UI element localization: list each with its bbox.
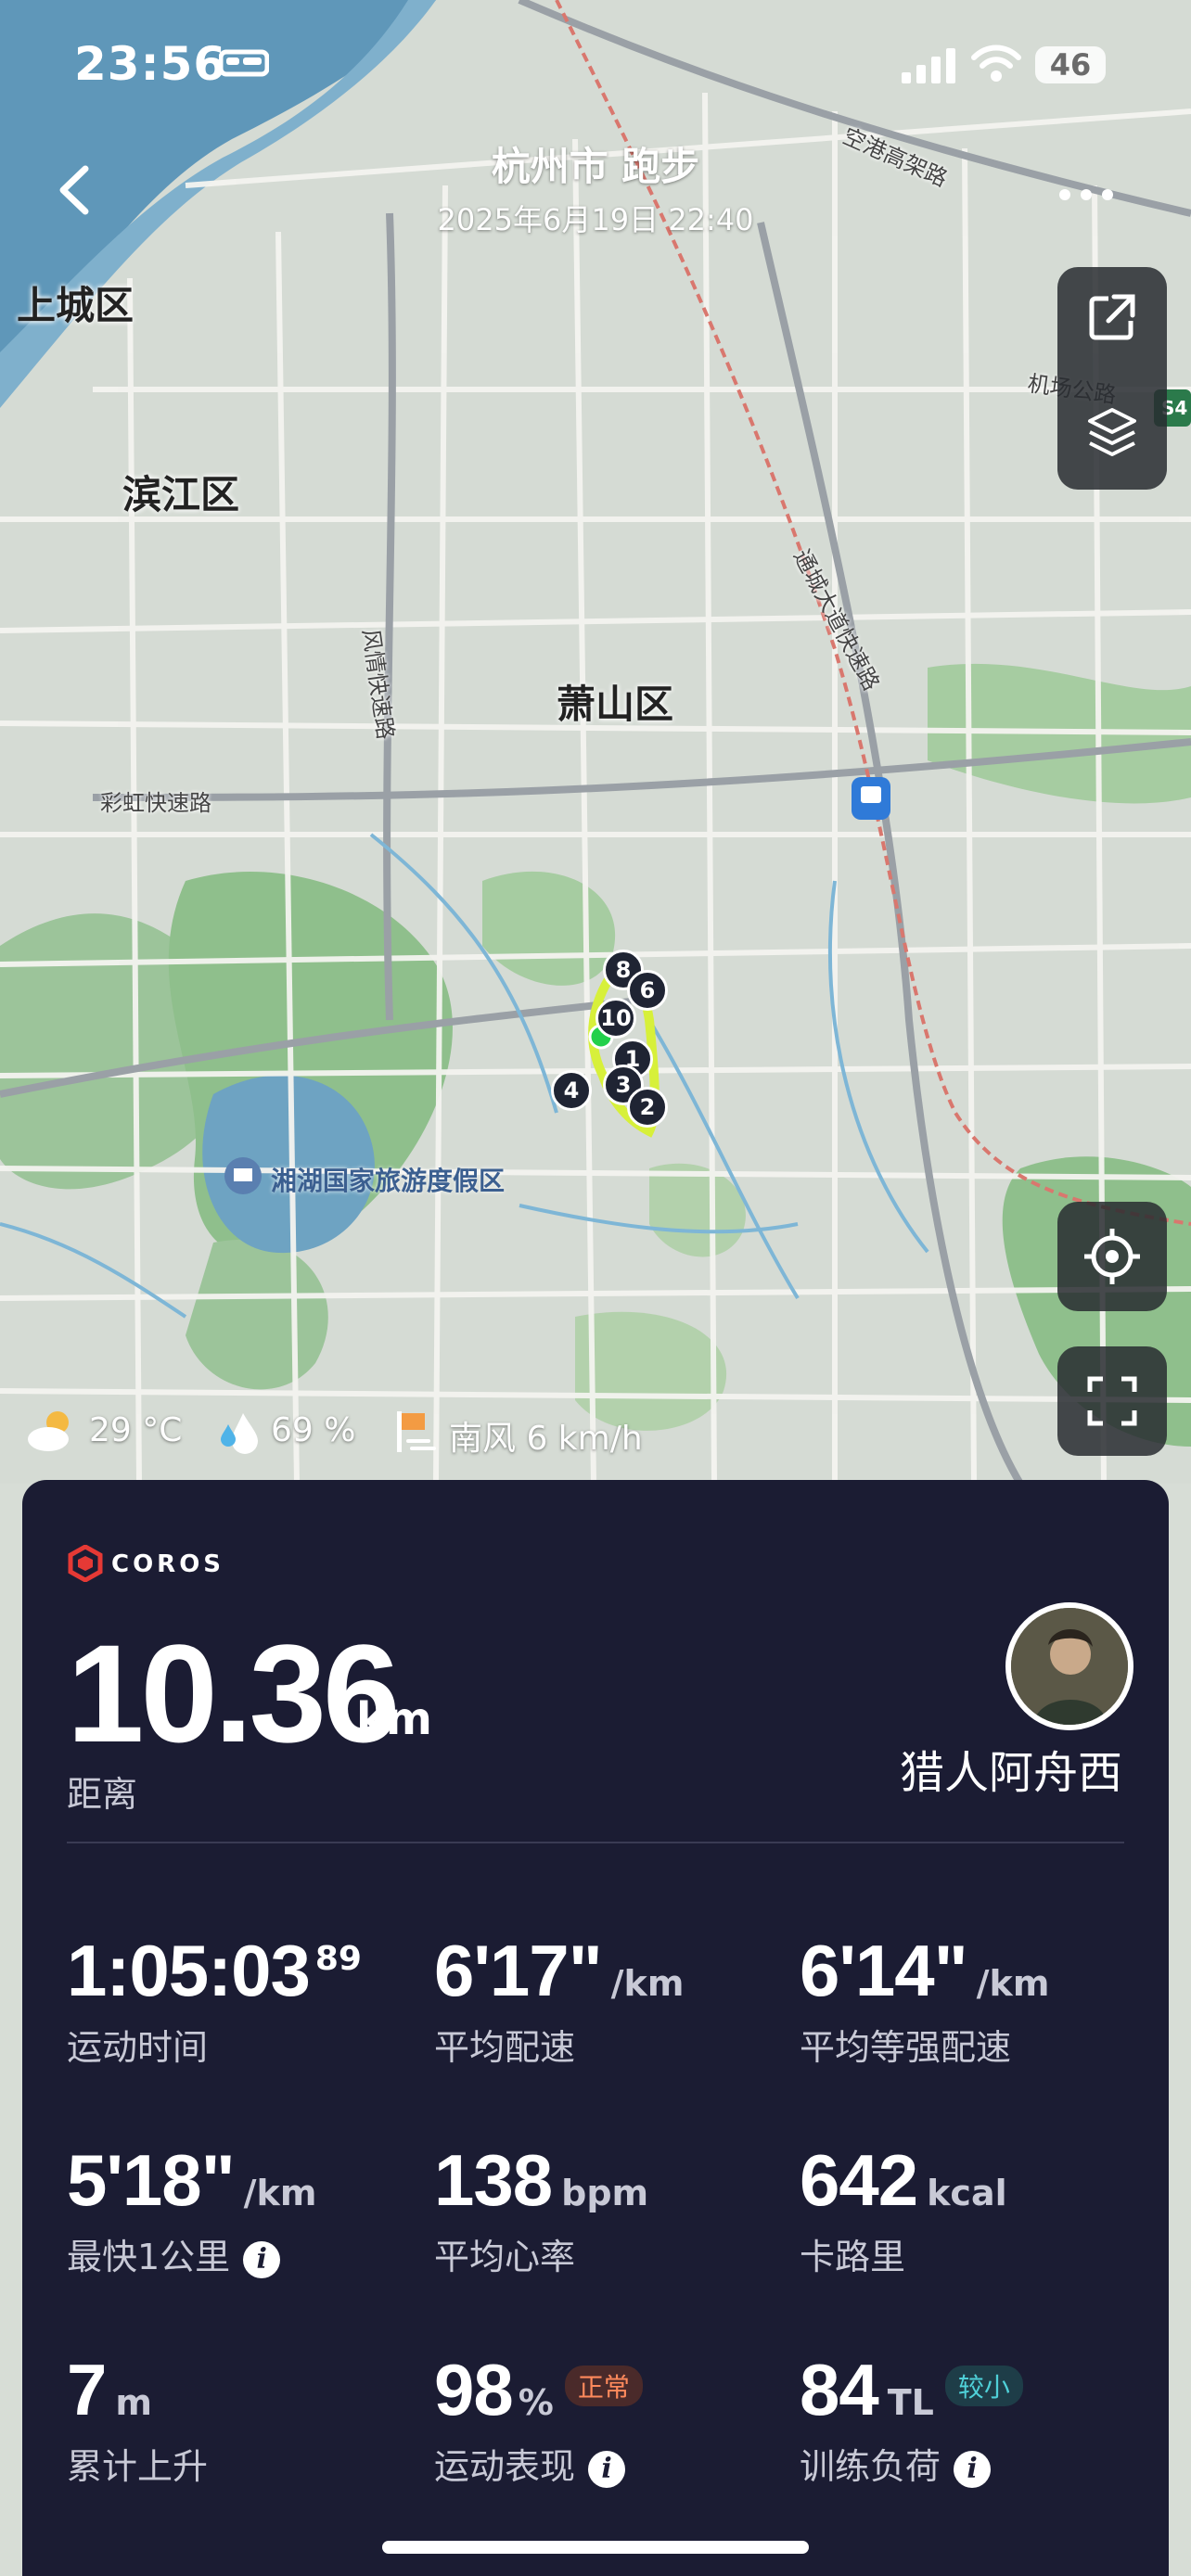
avg-pace-label: 平均配速: [434, 2027, 576, 2068]
calories-unit: kcal: [927, 2173, 1007, 2213]
battery-indicator: 46: [1035, 46, 1106, 83]
route-km-marker[interactable]: 10: [596, 998, 636, 1039]
info-icon[interactable]: i: [954, 2450, 992, 2488]
distance-value: 10.36: [67, 1615, 400, 1771]
stat-training-load: 84 TL 较小 训练负荷 i: [800, 2348, 1023, 2489]
avg-hr-unit: bpm: [561, 2173, 649, 2213]
district-label-shangcheng: 上城区: [17, 283, 134, 328]
wind-icon: [397, 1411, 436, 1452]
route-km-marker[interactable]: 6: [627, 970, 668, 1011]
district-label-xiaoshan: 萧山区: [557, 682, 674, 727]
user-avatar[interactable]: [1005, 1602, 1133, 1730]
coros-logo-icon: [68, 1545, 103, 1582]
locate-button[interactable]: [1057, 1202, 1167, 1311]
brand-wordmark: COROS: [111, 1550, 225, 1578]
stat-fastest-km: 5'18"/km 最快1公里 i: [67, 2138, 316, 2279]
fastest-km-label: 最快1公里: [67, 2237, 231, 2277]
map-tools-panel: [1057, 267, 1167, 490]
district-label-binjiang: 滨江区: [122, 472, 240, 517]
avg-hr-value: 138: [434, 2139, 553, 2221]
performance-value: 98: [434, 2349, 514, 2430]
ascent-label: 累计上升: [67, 2446, 209, 2487]
avg-hr-label: 平均心率: [434, 2237, 576, 2277]
user-name[interactable]: 猎人阿舟西: [900, 1736, 1122, 1801]
training-load-unit: TL: [887, 2382, 934, 2423]
distance-label: 距离: [67, 1774, 138, 1815]
ascent-value: 7: [67, 2349, 107, 2430]
stat-avg-pace: 6'17"/km 平均配速: [434, 1929, 684, 2070]
poi-label-xianghu[interactable]: 湘湖国家旅游度假区: [271, 1161, 505, 1198]
partly-cloudy-icon: [28, 1411, 69, 1451]
map-layers-icon[interactable]: [1086, 406, 1138, 462]
activity-datetime: 2025年6月19日 22:40: [437, 202, 754, 237]
ascent-unit: m: [115, 2382, 152, 2423]
duration-value: 1:05:03: [67, 1930, 311, 2011]
stat-avg-grade-pace: 6'14"/km 平均等强配速: [800, 1929, 1049, 2070]
performance-status-badge: 正常: [564, 2366, 643, 2406]
calories-label: 卡路里: [800, 2237, 906, 2277]
stat-duration: 1:05:03 89 运动时间: [67, 1929, 362, 2070]
status-time: 23:56: [74, 37, 227, 91]
stat-ascent: 7m 累计上升: [67, 2348, 208, 2489]
training-load-label: 训练负荷: [800, 2446, 941, 2487]
humidity-icon: [221, 1413, 258, 1454]
road-label-caihong: 彩虹快速路: [100, 790, 211, 816]
calories-value: 642: [800, 2139, 918, 2221]
more-options-icon[interactable]: [1054, 176, 1119, 213]
avatar-image: [1011, 1608, 1128, 1725]
avg-pace-unit: /km: [610, 1963, 685, 2004]
avg-grade-pace-unit: /km: [976, 1963, 1050, 2004]
home-indicator[interactable]: [382, 2541, 809, 2554]
cellular-signal-icon: [902, 48, 955, 83]
weather-wind: 南风 6 km/h: [449, 1420, 643, 1458]
duration-label: 运动时间: [67, 2027, 209, 2068]
crosshair-icon: [1084, 1229, 1140, 1284]
info-icon[interactable]: i: [243, 2240, 281, 2278]
sleep-focus-icon: [219, 49, 269, 77]
route-km-marker[interactable]: 4: [551, 1070, 592, 1111]
card-divider: [67, 1842, 1124, 1843]
fastest-km-unit: /km: [243, 2173, 317, 2213]
fastest-km-value: 5'18": [67, 2139, 236, 2221]
avg-grade-pace-value: 6'14": [800, 1930, 968, 2011]
weather-humidity: 69 %: [271, 1411, 356, 1449]
stat-avg-hr: 138 bpm 平均心率: [434, 2138, 648, 2279]
info-icon[interactable]: i: [588, 2450, 626, 2488]
duration-hundredths: 89: [314, 1940, 362, 1978]
distance-unit: km: [356, 1693, 432, 1745]
avg-grade-pace-label: 平均等强配速: [800, 2027, 1012, 2068]
stat-performance: 98% 正常 运动表现 i: [434, 2348, 643, 2489]
performance-unit: %: [518, 2382, 554, 2423]
page-title: 杭州市 跑步: [491, 144, 700, 189]
performance-label: 运动表现: [434, 2446, 576, 2487]
training-load-value: 84: [800, 2349, 879, 2430]
fullscreen-icon: [1087, 1376, 1137, 1426]
route-km-marker[interactable]: 2: [627, 1087, 668, 1128]
weather-temperature: 29 °C: [89, 1411, 183, 1449]
stat-calories: 642 kcal 卡路里: [800, 2138, 1007, 2279]
avg-pace-value: 6'17": [434, 1930, 603, 2011]
training-load-status-badge: 较小: [944, 2366, 1023, 2406]
wifi-icon: [971, 45, 1021, 82]
share-icon[interactable]: [1086, 291, 1138, 343]
fullscreen-button[interactable]: [1057, 1346, 1167, 1456]
